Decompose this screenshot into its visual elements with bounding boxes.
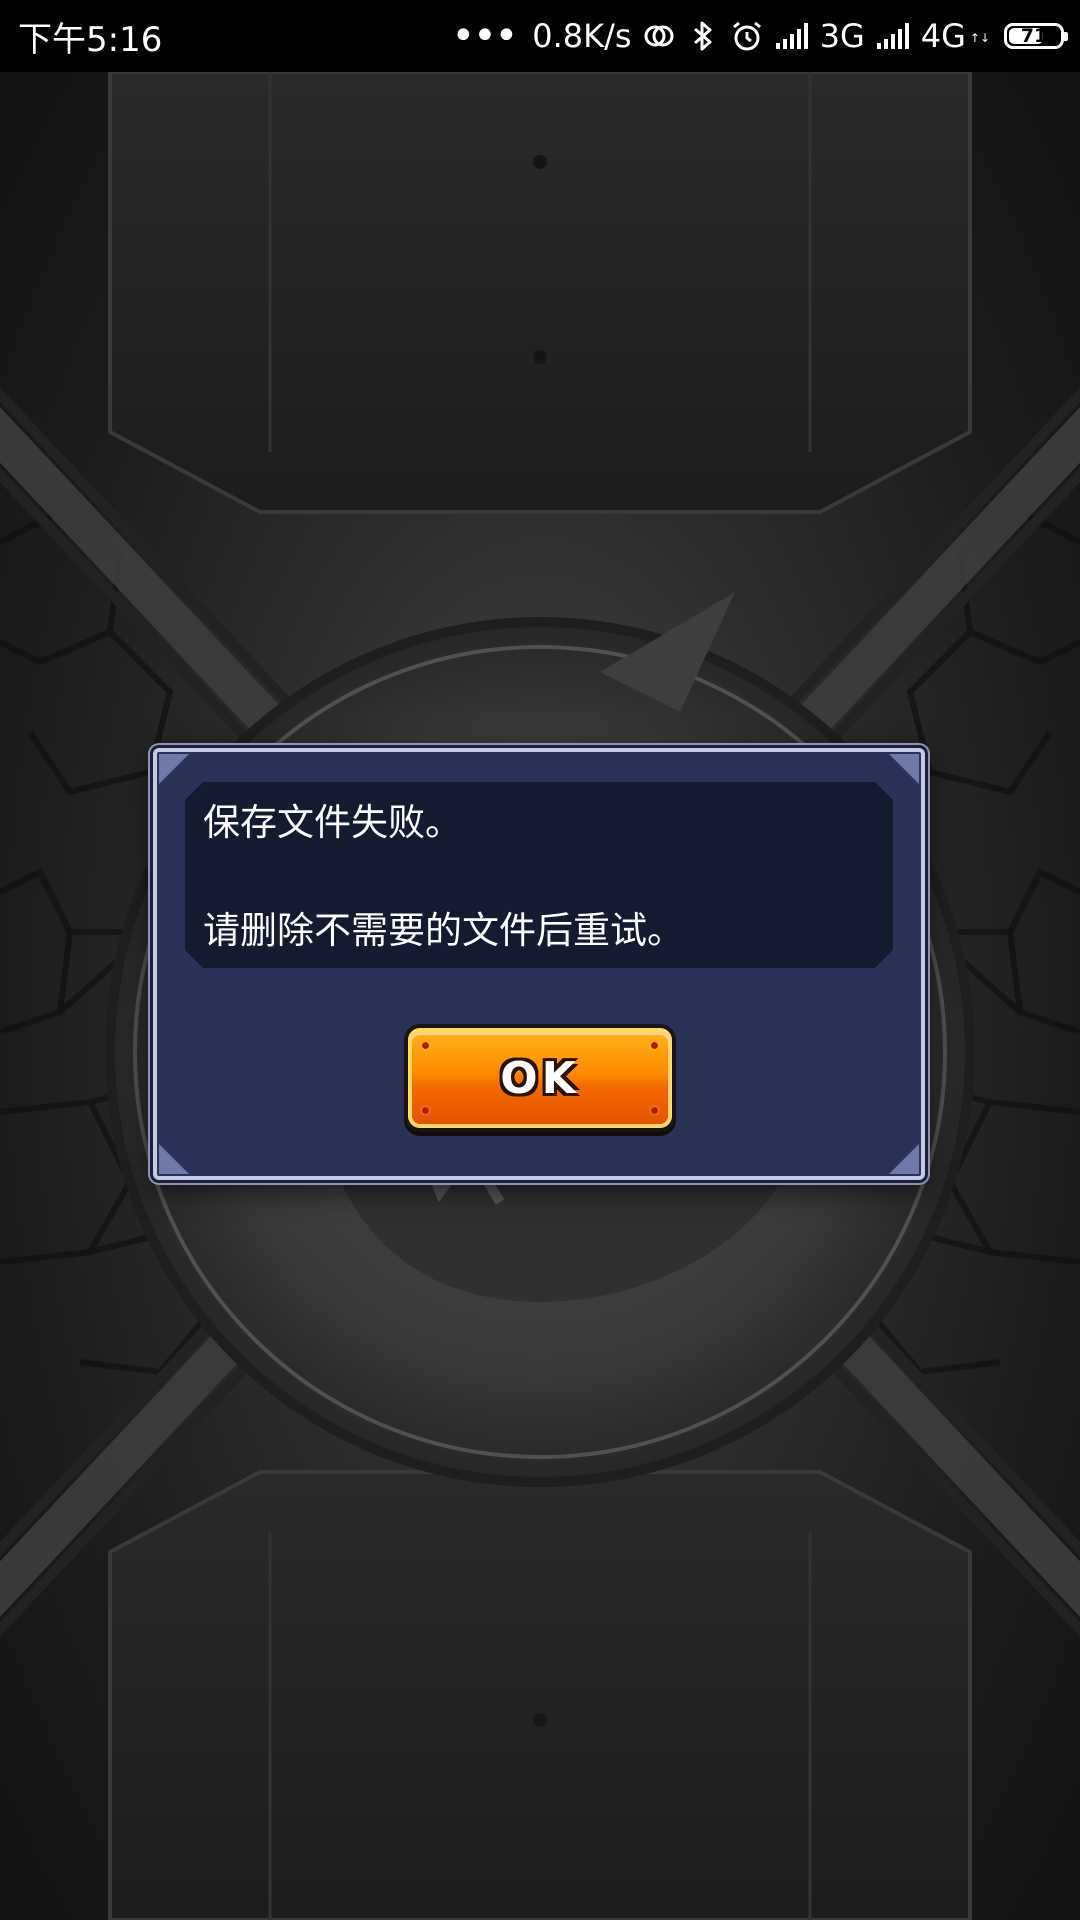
signal-icon — [775, 23, 808, 49]
dialog-corner-ornament — [159, 754, 189, 784]
clock: 下午5:16 — [18, 19, 163, 60]
ok-button[interactable]: OK — [408, 1028, 672, 1128]
battery-level: 71 — [1020, 24, 1048, 47]
status-bar: 下午5:16 ••• 0.8K/s 3G 4G ↑↓ 71 — [0, 0, 1080, 72]
status-left: 下午5:16 — [18, 12, 162, 61]
message-line-2: 请删除不需要的文件后重试。 — [203, 909, 684, 952]
network-type-2: 4G — [920, 17, 966, 55]
signal-icon — [876, 23, 909, 49]
dialog-corner-ornament — [889, 1144, 919, 1174]
alarm-icon — [732, 21, 761, 51]
button-rivet — [651, 1042, 658, 1049]
dialog-message: 保存文件失败。 请删除不需要的文件后重试。 — [185, 782, 893, 968]
battery-icon: 71 — [1004, 23, 1068, 49]
bluetooth-icon — [693, 21, 712, 51]
dialog-corner-ornament — [889, 754, 919, 784]
status-right: ••• 0.8K/s 3G 4G ↑↓ 71 — [451, 13, 1068, 59]
ok-button-label: OK — [500, 1052, 580, 1104]
data-activity-indicator: ↑↓ — [969, 31, 990, 45]
button-rivet — [422, 1042, 429, 1049]
error-dialog: 保存文件失败。 请删除不需要的文件后重试。 OK — [153, 748, 925, 1180]
more-notifications-icon: ••• — [451, 13, 518, 59]
dialog-corner-ornament — [159, 1144, 189, 1174]
network-type-1: 3G — [819, 17, 865, 55]
network-speed: 0.8K/s — [532, 17, 632, 55]
hotspot-icon — [644, 25, 674, 47]
message-line-1: 保存文件失败。 — [203, 801, 462, 844]
button-rivet — [422, 1107, 429, 1114]
battery-tip — [1064, 32, 1068, 41]
button-rivet — [651, 1107, 658, 1114]
game-screen: 下午5:16 ••• 0.8K/s 3G 4G ↑↓ 71 保存文件失败。 请删… — [0, 0, 1080, 1920]
